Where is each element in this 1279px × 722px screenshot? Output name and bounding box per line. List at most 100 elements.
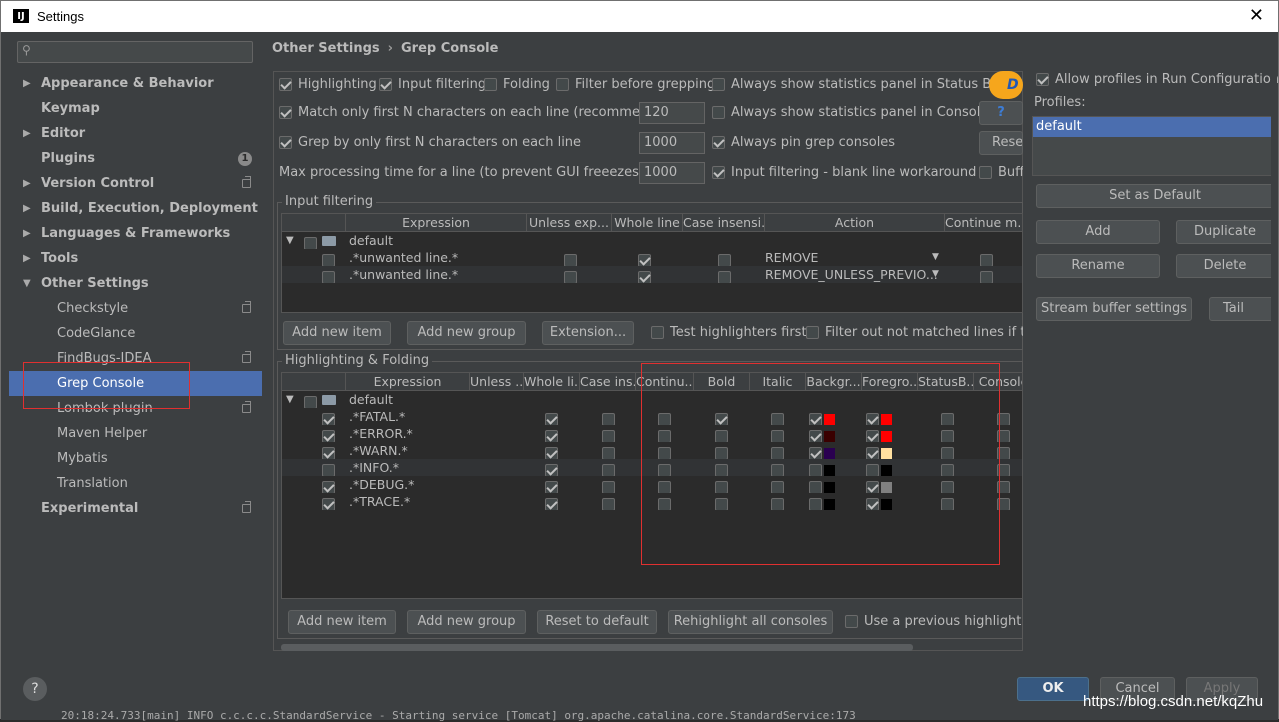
row-enabled-cell[interactable] [322, 249, 335, 266]
row-enabled-cell[interactable] [322, 266, 335, 283]
whole-line-cell[interactable] [545, 493, 558, 510]
use-previous-checkbox[interactable] [845, 615, 858, 628]
action-select[interactable]: REMOVE_UNLESS_PREVIO... [765, 266, 945, 283]
expression-cell[interactable]: .*ERROR.* [349, 425, 413, 442]
tree-item-experimental[interactable]: Experimental [9, 496, 262, 521]
buff-checkbox[interactable] [979, 166, 992, 179]
row-enabled-checkbox[interactable] [322, 498, 335, 510]
whole-line-checkbox[interactable] [638, 271, 651, 283]
rehighlight-button[interactable]: Rehighlight all consoles [668, 610, 833, 634]
blank-line-checkbox[interactable] [712, 166, 725, 179]
whole-line-checkbox[interactable] [545, 464, 558, 476]
case-cell[interactable] [602, 493, 615, 510]
expand-arrow-icon[interactable]: ▶ [23, 121, 31, 146]
whole-line-cell[interactable] [545, 425, 558, 442]
if-column-header[interactable]: Expression [346, 214, 527, 232]
case-checkbox[interactable] [602, 498, 615, 510]
if-row[interactable]: .*unwanted line.* REMOVE ▼ [282, 249, 1022, 266]
tree-item-build-execution-deployment[interactable]: ▶ Build, Execution, Deployment [9, 196, 262, 221]
hl-column-header[interactable]: Whole li... [524, 373, 580, 391]
whole-line-cell[interactable] [638, 249, 651, 266]
use-previous-option[interactable]: Use a previous highlight if a [845, 614, 1023, 629]
match-first-checkbox[interactable] [279, 106, 292, 119]
hl-column-header[interactable]: Expression [346, 373, 470, 391]
add-profile-button[interactable]: Add [1036, 220, 1160, 244]
whole-line-checkbox[interactable] [545, 413, 558, 425]
case-cell[interactable] [602, 459, 615, 476]
horizontal-scrollbar[interactable] [281, 644, 913, 651]
if-add-item-button[interactable]: Add new item [283, 321, 391, 345]
expand-arrow-icon[interactable]: ▶ [23, 71, 31, 96]
expand-arrow-icon[interactable]: ▼ [23, 271, 31, 296]
delete-profile-button[interactable]: Delete [1176, 254, 1274, 278]
chevron-down-icon[interactable]: ▼ [932, 266, 939, 283]
folding-option[interactable]: Folding [484, 77, 550, 92]
row-enabled-cell[interactable] [322, 459, 335, 476]
tail-settings-button[interactable]: Tail setti [1209, 297, 1274, 321]
row-enabled-checkbox[interactable] [322, 447, 335, 459]
tree-item-appearance-behavior[interactable]: ▶ Appearance & Behavior [9, 71, 262, 96]
stats-console-option[interactable]: Always show statistics panel in Console [712, 105, 988, 120]
tree-item-languages-frameworks[interactable]: ▶ Languages & Frameworks [9, 221, 262, 246]
tree-item-editor[interactable]: ▶ Editor [9, 121, 262, 146]
case-checkbox[interactable] [718, 254, 731, 266]
filter-before-option[interactable]: Filter before grepping [556, 77, 715, 92]
collapse-arrow-icon[interactable]: ▼ [286, 391, 294, 408]
grep-first-checkbox[interactable] [279, 136, 292, 149]
collapse-arrow-icon[interactable]: ▼ [286, 232, 294, 249]
stats-status-option[interactable]: Always show statistics panel in Status B… [712, 77, 1004, 92]
breadcrumb-parent[interactable]: Other Settings [272, 41, 380, 56]
test-first-checkbox[interactable] [651, 326, 664, 339]
help-button[interactable]: ? [979, 101, 1023, 125]
tree-item-translation[interactable]: Translation [9, 471, 262, 496]
if-group-row[interactable]: ▼ default [282, 232, 1022, 249]
expression-cell[interactable]: .*INFO.* [349, 459, 399, 476]
case-checkbox[interactable] [718, 271, 731, 283]
group-checkbox-cell[interactable] [304, 232, 317, 249]
row-enabled-checkbox[interactable] [322, 481, 335, 493]
unless-checkbox[interactable] [564, 271, 577, 283]
test-first-option[interactable]: Test highlighters first [651, 325, 807, 340]
tree-item-other-settings[interactable]: ▼ Other Settings [9, 271, 262, 296]
group-checkbox-cell[interactable] [304, 391, 317, 408]
reset-to-default-button[interactable]: Reset to default [537, 610, 657, 634]
duplicate-profile-button[interactable]: Duplicate [1176, 220, 1274, 244]
allow-profiles-checkbox[interactable] [1036, 73, 1049, 86]
if-add-group-button[interactable]: Add new group [407, 321, 526, 345]
reset-button[interactable]: Reset [979, 131, 1023, 155]
if-column-header[interactable] [282, 214, 346, 232]
unless-cell[interactable] [564, 266, 577, 283]
input-filtering-checkbox[interactable] [379, 78, 392, 91]
whole-line-cell[interactable] [545, 459, 558, 476]
expression-cell[interactable]: .*unwanted line.* [349, 249, 458, 266]
tree-item-checkstyle[interactable]: Checkstyle [9, 296, 262, 321]
help-icon[interactable]: ? [23, 677, 47, 701]
case-cell[interactable] [602, 425, 615, 442]
grep-first-input[interactable]: 1000 [639, 132, 705, 154]
case-checkbox[interactable] [602, 464, 615, 476]
expand-arrow-icon[interactable]: ▶ [23, 221, 31, 246]
row-enabled-checkbox[interactable] [322, 254, 335, 266]
tree-item-plugins[interactable]: Plugins 1 [9, 146, 262, 171]
grep-first-option[interactable]: Grep by only first N characters on each … [279, 135, 581, 150]
match-first-option[interactable]: Match only first N characters on each li… [279, 105, 678, 120]
extension-button[interactable]: Extension... [542, 321, 634, 345]
whole-line-cell[interactable] [545, 442, 558, 459]
row-enabled-checkbox[interactable] [322, 413, 335, 425]
case-checkbox[interactable] [602, 430, 615, 442]
expression-cell[interactable]: .*FATAL.* [349, 408, 405, 425]
rename-profile-button[interactable]: Rename [1036, 254, 1160, 278]
tree-item-mybatis[interactable]: Mybatis [9, 446, 262, 471]
case-checkbox[interactable] [602, 413, 615, 425]
whole-line-checkbox[interactable] [545, 447, 558, 459]
buff-option[interactable]: Buff [979, 165, 1023, 180]
filter-out-checkbox[interactable] [806, 326, 819, 339]
whole-line-checkbox[interactable] [545, 430, 558, 442]
row-enabled-checkbox[interactable] [322, 464, 335, 476]
row-enabled-cell[interactable] [322, 476, 335, 493]
unless-checkbox[interactable] [564, 254, 577, 266]
profile-item[interactable]: default [1033, 117, 1271, 137]
continue-cell[interactable] [980, 266, 993, 283]
if-row[interactable]: .*unwanted line.* REMOVE_UNLESS_PREVIO...… [282, 266, 1022, 283]
input-filtering-table[interactable]: Expression Unless exp... Whole line Case in… [281, 213, 1023, 313]
